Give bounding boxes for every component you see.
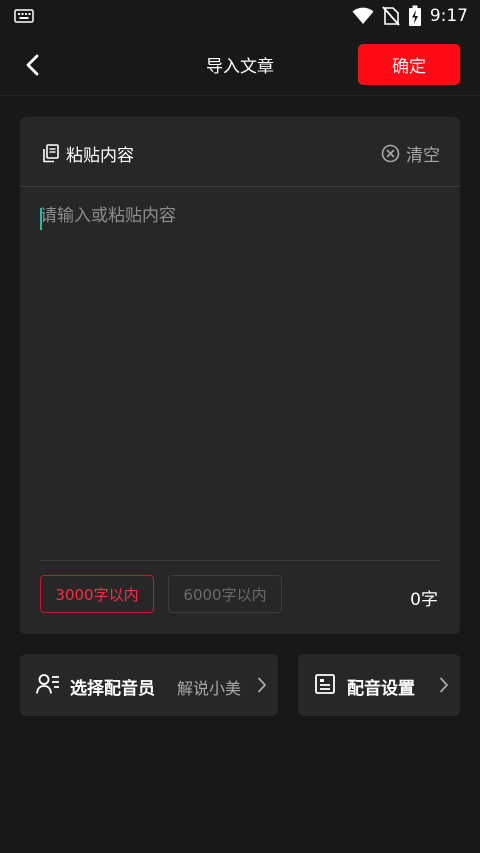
back-button[interactable]: [18, 50, 48, 80]
confirm-button[interactable]: 确定: [358, 44, 460, 85]
no-sim-icon: [382, 6, 400, 26]
status-bar: 9:17: [0, 0, 480, 32]
selected-voice-value: 解说小美: [177, 679, 242, 698]
voice-settings-button[interactable]: 配音设置: [298, 654, 460, 716]
clear-button[interactable]: 清空: [381, 141, 440, 166]
content-input[interactable]: [40, 203, 440, 543]
char-count: 0字: [410, 590, 438, 610]
status-indicators: 9:17: [352, 5, 468, 27]
chevron-left-icon: [25, 54, 41, 76]
limit-3000-button[interactable]: 3000字以内: [40, 575, 154, 613]
document-list-icon: [314, 673, 336, 695]
battery-charging-icon: [408, 5, 422, 27]
wifi-icon: [352, 7, 374, 25]
text-cursor: [40, 208, 42, 230]
editor-divider: [40, 560, 440, 561]
editor-card: 粘贴内容 清空 3000字以内 6000字以内 0字: [20, 117, 460, 634]
select-voice-label: 选择配音员: [70, 679, 155, 699]
editor-header: 粘贴内容 清空: [20, 117, 460, 187]
select-voice-button[interactable]: 选择配音员 解说小美: [20, 654, 278, 716]
chevron-right-icon: [439, 677, 449, 693]
app-bar: 导入文章 确定: [0, 32, 480, 96]
copy-icon: [42, 144, 60, 163]
limit-6000-button[interactable]: 6000字以内: [168, 575, 282, 613]
user-list-icon: [36, 673, 60, 695]
voice-settings-label: 配音设置: [347, 679, 415, 699]
paste-label: 粘贴内容: [66, 146, 134, 166]
status-time: 9:17: [429, 6, 468, 26]
chevron-right-icon: [257, 677, 267, 693]
circle-x-icon: [381, 144, 400, 163]
paste-button[interactable]: 粘贴内容: [42, 141, 134, 166]
keyboard-icon: [14, 9, 34, 23]
clear-label: 清空: [406, 146, 440, 166]
